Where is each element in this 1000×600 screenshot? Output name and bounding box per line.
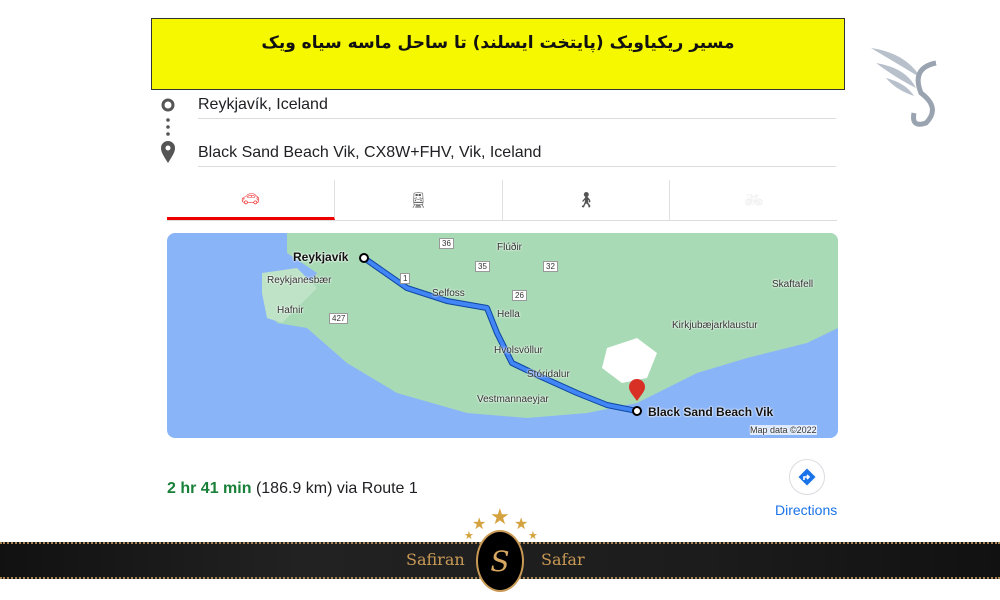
map-label: Hella	[497, 309, 520, 320]
map-label: Stóridalur	[527, 369, 570, 380]
map-label: Vestmannaeyjar	[477, 394, 549, 405]
star-icon: ★	[464, 530, 474, 542]
via-route: via Route 1	[336, 480, 418, 497]
footer-brand-right: Safar	[541, 550, 585, 569]
map-label: Reykjanesbær	[267, 275, 332, 286]
road-shield: 32	[543, 261, 558, 272]
duration: 2 hr 41 min	[167, 480, 252, 497]
map-copyright: Map data ©2022	[750, 425, 817, 435]
car-icon: 🚗︎	[240, 190, 260, 208]
road-shield: 427	[329, 313, 349, 324]
route-summary: 2 hr 41 min (186.9 km) via Route 1	[167, 480, 418, 498]
tab-cycling[interactable]: 🚲︎	[670, 180, 837, 220]
title-banner: مسیر ریکیاویک (پایتخت ایسلند) تا ساحل ما…	[151, 18, 845, 90]
footer-medal-logo: S	[476, 530, 524, 592]
route-map[interactable]: Reykjavík Reykjanesbær Hafnir Flúðir Sel…	[167, 233, 838, 438]
map-label: Hvolsvöllur	[494, 345, 543, 356]
origin-input[interactable]: Reykjavík, Iceland	[198, 96, 836, 119]
bicycle-icon: 🚲︎	[744, 192, 764, 209]
distance: (186.9 km)	[255, 480, 333, 497]
map-label: Kirkjubæjarklaustur	[672, 320, 758, 331]
map-label: Hafnir	[277, 305, 304, 316]
destination-marker	[632, 406, 642, 416]
road-shield: 36	[439, 238, 454, 249]
road-shield: 1	[400, 273, 411, 284]
map-label: Reykjavík	[293, 250, 349, 264]
tab-walking[interactable]: 🚶︎	[503, 180, 671, 220]
road-shield: 35	[475, 261, 490, 272]
walk-icon: 🚶︎	[576, 192, 596, 209]
tab-transit[interactable]: 🚆︎	[335, 180, 503, 220]
map-label: Black Sand Beach Vik	[648, 405, 774, 419]
directions-link[interactable]: Directions	[775, 502, 837, 518]
travel-mode-tabs: 🚗︎ 🚆︎ 🚶︎ 🚲︎	[167, 180, 837, 221]
train-icon: 🚆︎	[408, 192, 428, 209]
star-icon: ★	[490, 504, 510, 529]
directions-icon	[798, 468, 816, 486]
map-label: Selfoss	[432, 288, 465, 299]
brand-logo-icon	[871, 48, 937, 127]
star-icon: ★	[528, 530, 538, 542]
logo-letter: S	[490, 544, 510, 578]
banner-title: مسیر ریکیاویک (پایتخت ایسلند) تا ساحل ما…	[261, 33, 735, 53]
footer-brand-left: Safiran	[406, 550, 465, 569]
road-shield: 26	[512, 290, 527, 301]
star-icon: ★	[472, 516, 487, 533]
map-label: Skaftafell	[772, 279, 814, 290]
tab-driving[interactable]: 🚗︎	[167, 180, 335, 220]
destination-input[interactable]: Black Sand Beach Vik, CX8W+FHV, Vik, Ice…	[198, 144, 836, 167]
route-connector-icon	[161, 98, 175, 163]
directions-button[interactable]	[789, 459, 825, 495]
map-label: Flúðir	[497, 242, 523, 253]
origin-marker	[359, 253, 369, 263]
star-icon: ★	[514, 516, 529, 533]
